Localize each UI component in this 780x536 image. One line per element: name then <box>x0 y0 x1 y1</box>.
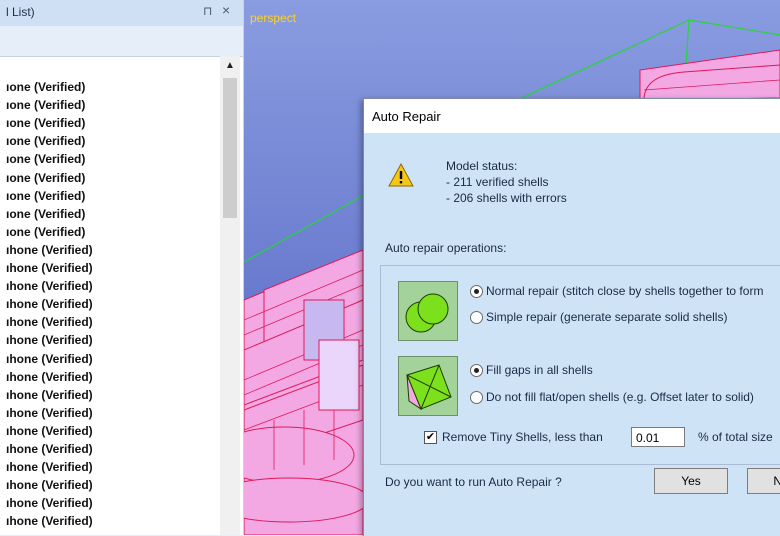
list-item[interactable]: ıhone (Verified) <box>6 476 93 494</box>
fill-gaps-icon <box>398 356 458 416</box>
ops-label: Auto repair operations: <box>385 241 507 255</box>
verified-shells-line: - 211 verified shells <box>446 175 549 189</box>
simple-repair-radio[interactable] <box>470 311 483 324</box>
list-item[interactable]: ıhone (Verified) <box>6 422 93 440</box>
remove-tiny-label[interactable]: Remove Tiny Shells, less than <box>442 430 603 444</box>
no-button[interactable]: N <box>747 468 780 494</box>
list-item[interactable]: ıhone (Verified) <box>6 458 93 476</box>
error-shells-line: - 206 shells with errors <box>446 191 567 205</box>
tiny-suffix-label: % of total size <box>698 430 773 444</box>
tiny-shell-threshold-input[interactable]: 0.01 <box>631 427 685 447</box>
yes-button[interactable]: Yes <box>654 468 728 494</box>
dialog-title: Auto Repair <box>372 109 441 124</box>
remove-tiny-checkbox[interactable]: ✔ <box>424 431 437 444</box>
view-mode-label: perspect <box>250 11 297 25</box>
normal-repair-icon <box>398 281 458 341</box>
list-item[interactable]: ıhone (Verified) <box>6 331 93 349</box>
list-item[interactable]: ıone (Verified) <box>6 169 85 187</box>
list-item[interactable]: ıhone (Verified) <box>6 386 93 404</box>
list-item[interactable]: ıone (Verified) <box>6 205 85 223</box>
list-item[interactable]: ıhone (Verified) <box>6 494 93 512</box>
panel-title: l List) <box>6 5 35 19</box>
list-item[interactable]: ıone (Verified) <box>6 96 85 114</box>
pin-icon[interactable]: ⊓ <box>203 4 212 18</box>
dialog-titlebar: Auto Repair <box>364 99 780 133</box>
list-item[interactable]: ıhone (Verified) <box>6 241 93 259</box>
list-item[interactable]: ıone (Verified) <box>6 150 85 168</box>
list-item[interactable]: ıone (Verified) <box>6 114 85 132</box>
normal-repair-radio[interactable] <box>470 285 483 298</box>
list-item[interactable]: ıone (Verified) <box>6 187 85 205</box>
list-item[interactable]: ıhone (Verified) <box>6 368 93 386</box>
no-fill-radio[interactable] <box>470 391 483 404</box>
confirm-question: Do you want to run Auto Repair ? <box>385 475 562 489</box>
list-item[interactable]: ıhone (Verified) <box>6 350 93 368</box>
panel-header: l List) ⊓ × <box>0 0 243 26</box>
warning-icon <box>388 163 414 187</box>
model-status-heading: Model status: <box>446 159 518 173</box>
panel-toolbar <box>0 26 243 57</box>
simple-repair-label[interactable]: Simple repair (generate separate solid s… <box>486 310 727 324</box>
list-item[interactable]: ıhone (Verified) <box>6 277 93 295</box>
list-item[interactable]: ıhone (Verified) <box>6 440 93 458</box>
list-item[interactable]: ıhone (Verified) <box>6 404 93 422</box>
close-icon[interactable]: × <box>222 2 230 18</box>
fill-gaps-label[interactable]: Fill gaps in all shells <box>486 363 593 377</box>
object-list-panel: l List) ⊓ × ıone (Verified) ıone (Verifie… <box>0 0 244 535</box>
normal-repair-label[interactable]: Normal repair (stitch close by shells to… <box>486 284 763 298</box>
list-item[interactable]: ıone (Verified) <box>6 78 85 96</box>
auto-repair-dialog: Auto Repair Model status: - 211 verified… <box>363 98 780 536</box>
list-scrollbar[interactable]: ▲ <box>220 56 240 535</box>
scroll-thumb[interactable] <box>223 78 237 218</box>
list-item[interactable]: ıone (Verified) <box>6 223 85 241</box>
fill-gaps-radio[interactable] <box>470 364 483 377</box>
list-item[interactable]: ıhone (Verified) <box>6 295 93 313</box>
list-item[interactable]: ıhone (Verified) <box>6 259 93 277</box>
chevron-up-icon[interactable]: ▲ <box>220 56 240 76</box>
list-item[interactable]: ıhone (Verified) <box>6 313 93 331</box>
no-fill-label[interactable]: Do not fill flat/open shells (e.g. Offse… <box>486 390 754 404</box>
list-item[interactable]: ıhone (Verified) <box>6 512 93 530</box>
list-item[interactable]: ıone (Verified) <box>6 132 85 150</box>
shell-list: ıone (Verified) ıone (Verified) ıone (Veri… <box>0 62 220 535</box>
